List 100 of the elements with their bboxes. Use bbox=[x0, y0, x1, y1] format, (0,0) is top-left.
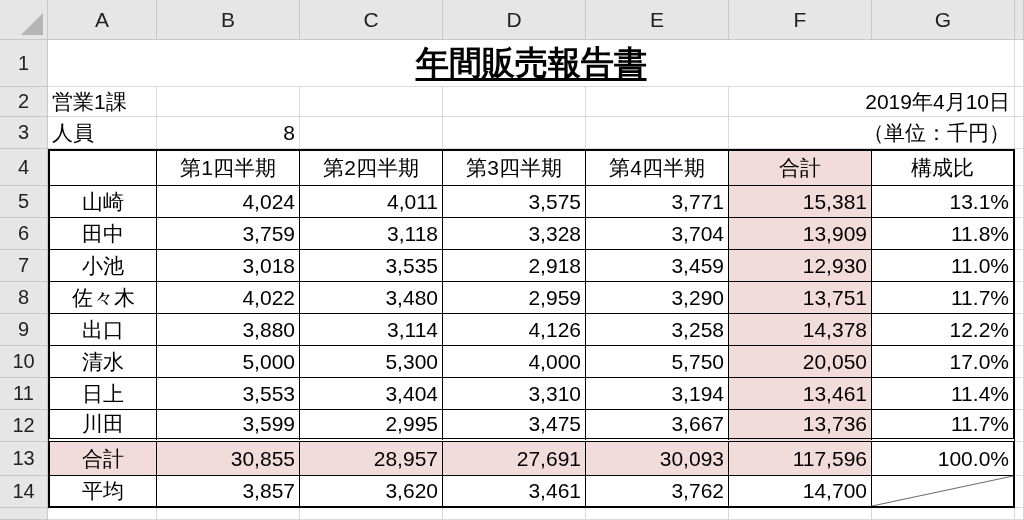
column-heading: 構成比 bbox=[872, 149, 1015, 186]
empty-cell bbox=[1015, 410, 1024, 442]
header-background bbox=[0, 508, 48, 520]
row-header[interactable]: 3 bbox=[0, 117, 48, 149]
table-cell: 3,759 bbox=[157, 218, 300, 250]
column-header[interactable]: G bbox=[872, 0, 1015, 40]
table-cell: 5,300 bbox=[300, 346, 443, 378]
table-cell: 3,575 bbox=[443, 186, 586, 218]
table-cell: 11.0% bbox=[872, 250, 1015, 282]
table-cell: 11.4% bbox=[872, 378, 1015, 410]
table-cell: 4,000 bbox=[443, 346, 586, 378]
empty-cell bbox=[1015, 508, 1024, 520]
row-header[interactable]: 12 bbox=[0, 410, 48, 442]
table-cell: 14,700 bbox=[729, 476, 872, 508]
row-header[interactable]: 4 bbox=[0, 149, 48, 186]
empty-cell bbox=[1015, 149, 1024, 186]
table-cell: 3,857 bbox=[157, 476, 300, 508]
empty-cell bbox=[1015, 442, 1024, 476]
table-cell: 4,024 bbox=[157, 186, 300, 218]
table-cell: 17.0% bbox=[872, 346, 1015, 378]
row-label: 山崎 bbox=[48, 186, 157, 218]
table-cell: 13,736 bbox=[729, 410, 872, 442]
table-cell: 13,461 bbox=[729, 378, 872, 410]
table-cell: 3,535 bbox=[300, 250, 443, 282]
row-header[interactable]: 8 bbox=[0, 282, 48, 314]
select-all-icon[interactable] bbox=[21, 13, 43, 35]
row-label: 日上 bbox=[48, 378, 157, 410]
table-cell: 11.7% bbox=[872, 410, 1015, 442]
column-header[interactable]: D bbox=[443, 0, 586, 40]
row-label: 清水 bbox=[48, 346, 157, 378]
column-heading: 合計 bbox=[729, 149, 872, 186]
column-header[interactable]: C bbox=[300, 0, 443, 40]
table-cell: 27,691 bbox=[443, 442, 586, 476]
table-cell: 117,596 bbox=[729, 442, 872, 476]
table-cell: 4,022 bbox=[157, 282, 300, 314]
staff-count: 8 bbox=[157, 117, 300, 149]
row-header[interactable]: 14 bbox=[0, 476, 48, 508]
table-cell: 3,404 bbox=[300, 378, 443, 410]
row-header[interactable]: 13 bbox=[0, 442, 48, 476]
row-header[interactable]: 6 bbox=[0, 218, 48, 250]
table-cell: 11.7% bbox=[872, 282, 1015, 314]
header-background bbox=[1015, 0, 1024, 40]
row-header[interactable]: 11 bbox=[0, 378, 48, 410]
table-cell: 3,310 bbox=[443, 378, 586, 410]
row-header[interactable]: 5 bbox=[0, 186, 48, 218]
table-cell: 3,328 bbox=[443, 218, 586, 250]
empty-cell bbox=[1015, 378, 1024, 410]
table-cell: 12,930 bbox=[729, 250, 872, 282]
empty-cell bbox=[1015, 314, 1024, 346]
row-header[interactable]: 2 bbox=[0, 87, 48, 117]
table-cell: 3,114 bbox=[300, 314, 443, 346]
table-cell: 13.1% bbox=[872, 186, 1015, 218]
table-cell: 13,909 bbox=[729, 218, 872, 250]
empty-cell bbox=[1015, 117, 1024, 149]
column-heading: 第1四半期 bbox=[157, 149, 300, 186]
table-cell: 12.2% bbox=[872, 314, 1015, 346]
table-cell: 13,751 bbox=[729, 282, 872, 314]
sheet-title: 年間販売報告書 bbox=[48, 40, 1015, 87]
column-header[interactable]: F bbox=[729, 0, 872, 40]
staff-label: 人員 bbox=[48, 117, 157, 149]
table-cell: 14,378 bbox=[729, 314, 872, 346]
empty-cell bbox=[1015, 186, 1024, 218]
table-cell: 3,880 bbox=[157, 314, 300, 346]
row-label: 小池 bbox=[48, 250, 157, 282]
table-cell: 3,762 bbox=[586, 476, 729, 508]
table-cell: 2,918 bbox=[443, 250, 586, 282]
empty-cell bbox=[1015, 218, 1024, 250]
row-header[interactable]: 1 bbox=[0, 40, 48, 87]
report-date: 2019年4月10日 bbox=[729, 87, 1015, 117]
row-label: 平均 bbox=[48, 476, 157, 508]
table-cell: 3,118 bbox=[300, 218, 443, 250]
row-header[interactable]: 7 bbox=[0, 250, 48, 282]
table-cell: 100.0% bbox=[872, 442, 1015, 476]
table-cell: 4,011 bbox=[300, 186, 443, 218]
table-cell: 3,018 bbox=[157, 250, 300, 282]
empty-cell bbox=[1015, 346, 1024, 378]
row-header[interactable]: 9 bbox=[0, 314, 48, 346]
table-cell: 3,620 bbox=[300, 476, 443, 508]
column-header[interactable]: B bbox=[157, 0, 300, 40]
column-header[interactable]: E bbox=[586, 0, 729, 40]
column-header[interactable]: A bbox=[48, 0, 157, 40]
row-label: 田中 bbox=[48, 218, 157, 250]
table-cell: 2,959 bbox=[443, 282, 586, 314]
column-heading: 第3四半期 bbox=[443, 149, 586, 186]
table-cell: 3,461 bbox=[443, 476, 586, 508]
column-heading: 第2四半期 bbox=[300, 149, 443, 186]
table-cell: 30,855 bbox=[157, 442, 300, 476]
table-cell: 28,957 bbox=[300, 442, 443, 476]
table-cell: 20,050 bbox=[729, 346, 872, 378]
table-cell: 3,480 bbox=[300, 282, 443, 314]
row-header[interactable]: 10 bbox=[0, 346, 48, 378]
empty-cell bbox=[1015, 476, 1024, 508]
table-cell: 30,093 bbox=[586, 442, 729, 476]
row-label: 出口 bbox=[48, 314, 157, 346]
empty-cell bbox=[1015, 250, 1024, 282]
table-cell: 5,000 bbox=[157, 346, 300, 378]
table-cell: 11.8% bbox=[872, 218, 1015, 250]
empty-cell bbox=[1015, 282, 1024, 314]
table-cell: 3,553 bbox=[157, 378, 300, 410]
row-label: 合計 bbox=[48, 442, 157, 476]
